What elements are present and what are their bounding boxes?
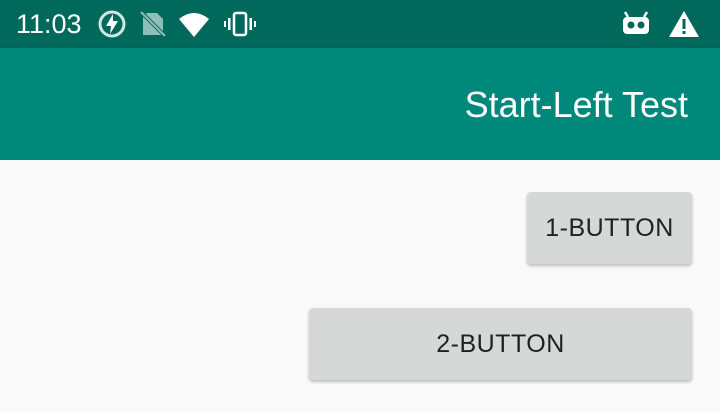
button-2[interactable]: 2-BUTTON <box>309 308 692 380</box>
button-1[interactable]: 1-BUTTON <box>527 192 692 264</box>
main-content: 1-BUTTON 2-BUTTON <box>0 160 720 412</box>
vibrate-icon <box>224 8 256 40</box>
status-time: 11:03 <box>16 9 82 39</box>
no-sim-icon <box>137 8 169 40</box>
warning-icon <box>668 8 700 40</box>
data-saver-icon <box>96 8 128 40</box>
wifi-icon <box>178 8 210 40</box>
status-bar: 11:03 <box>0 0 720 48</box>
android-debug-icon <box>620 8 652 40</box>
app-bar: Start-Left Test <box>0 48 720 160</box>
app-title: Start-Left Test <box>464 84 688 125</box>
